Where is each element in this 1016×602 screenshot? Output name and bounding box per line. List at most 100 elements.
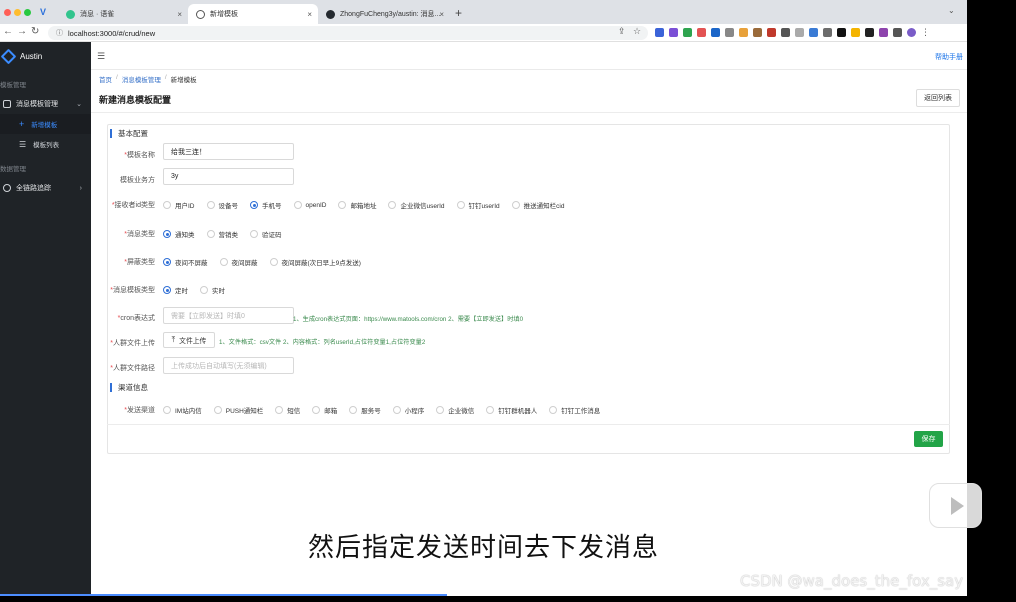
- receiver-option-wecom[interactable]: 企业微信userId: [388, 200, 445, 210]
- upload-button-label: 文件上传: [179, 338, 207, 345]
- browser-tab-strip: V 消息 · 语雀 × 新增模板 × ZhongFuCheng3y/austin…: [0, 0, 967, 24]
- channel-option-push[interactable]: PUSH通知栏: [213, 405, 263, 415]
- back-to-list-button[interactable]: 返回列表: [916, 89, 960, 107]
- file-path-label: *人群文件路径: [110, 365, 155, 372]
- sidebar-item-new-template[interactable]: + 新增模板: [0, 114, 91, 134]
- extension-icon[interactable]: [655, 28, 664, 37]
- receiver-option-email[interactable]: 邮箱地址: [338, 200, 376, 210]
- extension-icon[interactable]: [683, 28, 692, 37]
- message-type-code[interactable]: 验证码: [250, 229, 282, 239]
- help-link[interactable]: 帮助手册: [935, 52, 963, 62]
- chevron-right-icon: ›: [79, 184, 82, 192]
- channel-option-mini-program[interactable]: 小程序: [392, 405, 424, 415]
- close-icon[interactable]: ×: [177, 10, 182, 19]
- cron-input[interactable]: 需要【立即发送】时填0: [163, 307, 294, 324]
- receiver-option-push-cid[interactable]: 推送通知栏cid: [511, 200, 564, 210]
- url-field[interactable]: ⓘ localhost:3000/#/crud/new: [48, 26, 648, 40]
- channel-option-wecom[interactable]: 企业微信: [436, 405, 474, 415]
- tab-label: ZhongFuCheng3y/austin: 消息...: [340, 11, 440, 18]
- file-path-input[interactable]: 上传成功后自动填写(无须编辑): [163, 357, 294, 374]
- channel-option-official-account[interactable]: 服务号: [349, 405, 381, 415]
- channel-option-email[interactable]: 邮箱: [312, 405, 337, 415]
- receiver-option-user-id[interactable]: 用户ID: [163, 200, 195, 210]
- profile-avatar[interactable]: [907, 28, 916, 37]
- sidebar-item-template-list[interactable]: ☰ 模板列表: [0, 134, 91, 154]
- video-bottom-bar: [0, 596, 1016, 602]
- app-logo[interactable]: Austin: [0, 42, 91, 70]
- section-title: 渠道信息: [118, 383, 148, 392]
- extension-icon[interactable]: [823, 28, 832, 37]
- extension-icon[interactable]: [809, 28, 818, 37]
- template-type-realtime[interactable]: 实时: [200, 285, 225, 295]
- close-icon[interactable]: ×: [307, 10, 312, 19]
- section-channel-info: 渠道信息: [110, 382, 148, 393]
- shield-option-night-delay[interactable]: 夜间屏蔽(次日早上9点发送): [269, 257, 361, 267]
- sidebar-item-template-management[interactable]: 消息模板管理 ⌄: [0, 94, 91, 114]
- extension-icon[interactable]: [837, 28, 846, 37]
- message-type-notify[interactable]: 通知类: [163, 229, 195, 239]
- play-button[interactable]: [929, 483, 982, 528]
- extension-icon[interactable]: [767, 28, 776, 37]
- breadcrumb-template-management[interactable]: 消息模板管理: [122, 74, 161, 84]
- extension-icon[interactable]: [739, 28, 748, 37]
- breadcrumb-current: 新增模板: [170, 77, 197, 84]
- extensions-bar: ⋮: [655, 28, 930, 37]
- template-type-group: 定时 实时: [163, 285, 237, 295]
- back-arrow-icon[interactable]: ←: [3, 26, 13, 37]
- extension-icon[interactable]: [697, 28, 706, 37]
- section-marker: [110, 129, 112, 138]
- shield-option-night[interactable]: 夜间屏蔽: [219, 257, 258, 267]
- extension-icon[interactable]: [725, 28, 734, 37]
- channel-option-dingtalk-work[interactable]: 钉钉工作消息: [549, 405, 600, 415]
- browser-tab-new-template[interactable]: 新增模板 ×: [188, 4, 318, 24]
- kebab-menu-icon[interactable]: ⋮: [921, 28, 930, 37]
- tab-search-icon[interactable]: ⌄: [948, 6, 955, 15]
- channel-option-im[interactable]: IM站内信: [163, 405, 202, 415]
- breadcrumb: 首页 / 消息模板管理 / 新增模板: [99, 74, 197, 84]
- new-tab-icon[interactable]: +: [455, 6, 462, 20]
- channel-option-sms[interactable]: 短信: [275, 405, 300, 415]
- extension-icon[interactable]: [795, 28, 804, 37]
- browser-tab-github[interactable]: ZhongFuCheng3y/austin: 消息... ×: [318, 4, 450, 24]
- extension-icon[interactable]: [865, 28, 874, 37]
- sidebar-item-label: 新增模板: [31, 122, 58, 129]
- extension-icon[interactable]: [753, 28, 762, 37]
- receiver-id-type-label: *接收者id类型: [111, 202, 155, 209]
- receiver-option-phone[interactable]: 手机号: [250, 200, 282, 210]
- channel-option-dingtalk-robot[interactable]: 钉钉群机器人: [486, 405, 537, 415]
- shield-option-none[interactable]: 夜间不屏蔽: [163, 257, 208, 267]
- forward-arrow-icon[interactable]: →: [17, 26, 27, 37]
- save-button[interactable]: 保存: [914, 431, 943, 447]
- shield-type-group: 夜间不屏蔽 夜间屏蔽 夜间屏蔽(次日早上9点发送): [163, 257, 373, 267]
- extension-icon[interactable]: [851, 28, 860, 37]
- cron-hint: 1、生成cron表达式页面：https://www.matools.com/cr…: [293, 316, 524, 323]
- sidebar-section-title: 数据管理: [0, 166, 26, 173]
- menu-toggle-icon[interactable]: ☰: [97, 51, 105, 62]
- minimize-window-icon[interactable]: [14, 9, 21, 16]
- video-subtitle: 然后指定发送时间去下发消息: [307, 533, 659, 563]
- breadcrumb-separator: /: [116, 74, 118, 81]
- reload-icon[interactable]: ↻: [31, 26, 39, 37]
- receiver-option-device[interactable]: 设备号: [206, 200, 238, 210]
- receiver-option-openid[interactable]: openID: [293, 201, 326, 209]
- template-icon: [3, 100, 11, 108]
- close-icon[interactable]: ×: [439, 10, 444, 19]
- close-window-icon[interactable]: [4, 9, 11, 16]
- business-owner-input[interactable]: 3y: [163, 168, 294, 185]
- extension-icon[interactable]: [879, 28, 888, 37]
- breadcrumb-home[interactable]: 首页: [99, 74, 112, 84]
- sidebar-item-trace[interactable]: 全链路追踪 ›: [0, 178, 91, 198]
- extension-icon[interactable]: [669, 28, 678, 37]
- template-name-input[interactable]: 给我三连！: [163, 143, 294, 160]
- bookmark-star-icon[interactable]: ☆: [633, 26, 641, 37]
- extension-icon[interactable]: [893, 28, 902, 37]
- extension-icon[interactable]: [711, 28, 720, 37]
- receiver-option-dingtalk[interactable]: 钉钉userId: [456, 200, 500, 210]
- maximize-window-icon[interactable]: [24, 9, 31, 16]
- extension-icon[interactable]: [781, 28, 790, 37]
- share-icon[interactable]: ⇪: [618, 26, 626, 37]
- template-type-scheduled[interactable]: 定时: [163, 285, 188, 295]
- browser-tab-yuque[interactable]: 消息 · 语雀 ×: [58, 4, 188, 24]
- message-type-marketing[interactable]: 营销类: [206, 229, 238, 239]
- file-upload-button[interactable]: ⤒ 文件上传: [163, 332, 215, 348]
